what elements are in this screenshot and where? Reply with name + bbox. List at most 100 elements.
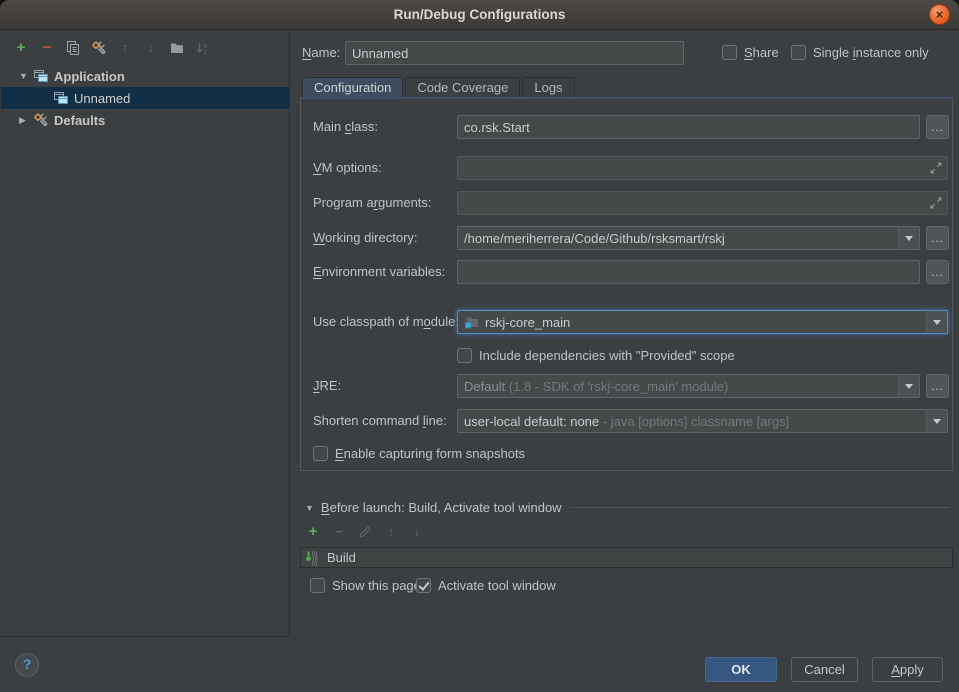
capture-snapshots-checkbox-group: Enable capturing form snapshots [313, 445, 525, 461]
chevron-down-icon[interactable]: ▼ [305, 503, 314, 513]
dropdown-arrow-icon[interactable] [898, 227, 919, 249]
vm-options-label: VM options: [313, 156, 382, 180]
move-down-icon[interactable]: ↓ [143, 40, 159, 56]
apply-button[interactable]: Apply [872, 657, 943, 682]
tree-item-unnamed[interactable]: Unnamed [1, 87, 289, 109]
working-directory-browse-button[interactable]: ... [926, 226, 949, 250]
working-directory-label: Working directory: [313, 226, 418, 250]
include-provided-checkbox[interactable] [457, 348, 472, 363]
remove-task-icon[interactable]: − [331, 524, 347, 540]
tab-code-coverage[interactable]: Code Coverage [405, 77, 520, 98]
expand-field-icon[interactable] [929, 161, 943, 175]
chevron-down-icon[interactable]: ▼ [19, 71, 33, 81]
dropdown-arrow-icon[interactable] [898, 375, 919, 397]
dropdown-arrow-icon[interactable] [926, 311, 947, 333]
share-label: Share [744, 45, 779, 60]
activate-tool-window-label: Activate tool window [438, 578, 556, 593]
before-launch-toolbar: + − ↑ ↓ [305, 524, 425, 540]
remove-configuration-icon[interactable]: − [39, 40, 55, 56]
add-configuration-icon[interactable]: + [13, 40, 29, 56]
activate-tool-window-checkbox[interactable] [416, 578, 431, 593]
vm-options-row: VM options: [301, 156, 952, 180]
move-task-up-icon[interactable]: ↑ [383, 524, 399, 540]
folder-icon[interactable] [169, 40, 185, 56]
single-instance-checkbox-group: Single instance only [791, 44, 929, 60]
jre-label: JRE: [313, 374, 341, 398]
jre-value: Default (1.8 - SDK of 'rskj-core_main' m… [464, 379, 898, 394]
shorten-command-line-value: user-local default: none - java [options… [464, 414, 926, 429]
shorten-command-line-combo[interactable]: user-local default: none - java [options… [457, 409, 948, 433]
close-button[interactable]: × [929, 4, 950, 25]
sidebar-toolbar: + − ↑ ↓ az [13, 39, 211, 57]
run-debug-configurations-dialog: Run/Debug Configurations × + − ↑ ↓ az ▼ [0, 0, 959, 692]
tree-item-label: Unnamed [74, 91, 130, 106]
environment-variables-input[interactable] [457, 260, 920, 284]
application-icon [33, 68, 49, 84]
environment-variables-browse-button[interactable]: ... [926, 260, 949, 284]
edit-task-icon[interactable] [357, 524, 373, 540]
show-this-page-checkbox-group: Show this page [310, 577, 421, 593]
add-task-icon[interactable]: + [305, 524, 321, 540]
share-checkbox-group: Share [722, 44, 779, 60]
tree-item-label: Defaults [54, 113, 105, 128]
jre-browse-button[interactable]: ... [926, 374, 949, 398]
program-arguments-label: Program arguments: [313, 191, 432, 215]
close-icon: × [936, 7, 944, 22]
svg-text:z: z [204, 50, 208, 57]
working-directory-combo[interactable]: /home/meriherrera/Code/Github/rsksmart/r… [457, 226, 920, 250]
defaults-wrench-icon [33, 112, 49, 128]
tree-item-defaults[interactable]: ▶ Defaults [1, 109, 289, 131]
chevron-right-icon[interactable]: ▶ [19, 115, 33, 126]
program-arguments-row: Program arguments: [301, 191, 952, 215]
before-launch-task-build[interactable]: 011001 Build [300, 547, 953, 568]
classpath-module-row: Use classpath of module: rskj-core_main [301, 310, 952, 334]
single-instance-checkbox[interactable] [791, 45, 806, 60]
jre-row: JRE: Default (1.8 - SDK of 'rskj-core_ma… [301, 374, 952, 398]
environment-variables-row: Environment variables: ... [301, 260, 952, 284]
tree-item-label: Application [54, 69, 125, 84]
copy-configuration-icon[interactable] [65, 40, 81, 56]
vm-options-input[interactable] [457, 156, 948, 180]
before-launch-header[interactable]: ▼ Before launch: Build, Activate tool wi… [305, 500, 949, 515]
classpath-module-label: Use classpath of module: [313, 310, 459, 334]
classpath-module-combo[interactable]: rskj-core_main [457, 310, 948, 334]
tab-configuration[interactable]: Configuration [302, 77, 403, 98]
configuration-tab-panel: Main class: ... VM options: Program argu… [300, 97, 953, 471]
move-up-icon[interactable]: ↑ [117, 40, 133, 56]
include-provided-label: Include dependencies with "Provided" sco… [479, 348, 735, 363]
expand-field-icon[interactable] [929, 196, 943, 210]
capture-snapshots-label: Enable capturing form snapshots [335, 446, 525, 461]
tree-item-application[interactable]: ▼ Application [1, 65, 289, 87]
single-instance-label: Single instance only [813, 45, 929, 60]
help-icon: ? [23, 656, 32, 672]
cancel-button[interactable]: Cancel [791, 657, 858, 682]
window-title: Run/Debug Configurations [394, 7, 566, 22]
main-class-input[interactable] [457, 115, 920, 139]
share-checkbox[interactable] [722, 45, 737, 60]
name-input[interactable] [345, 41, 684, 65]
ok-button[interactable]: OK [705, 657, 777, 682]
capture-snapshots-checkbox[interactable] [313, 446, 328, 461]
program-arguments-input[interactable] [457, 191, 948, 215]
jre-combo[interactable]: Default (1.8 - SDK of 'rskj-core_main' m… [457, 374, 920, 398]
show-this-page-checkbox[interactable] [310, 578, 325, 593]
dropdown-arrow-icon[interactable] [926, 410, 947, 432]
help-button[interactable]: ? [15, 653, 39, 677]
sort-configurations-icon[interactable]: az [195, 40, 211, 56]
settings-tabs: Configuration Code Coverage Logs [302, 77, 575, 98]
activate-tool-window-checkbox-group: Activate tool window [416, 577, 556, 593]
shorten-command-line-row: Shorten command line: user-local default… [301, 409, 952, 433]
move-task-down-icon[interactable]: ↓ [409, 524, 425, 540]
titlebar: Run/Debug Configurations × [0, 0, 959, 30]
main-class-label: Main class: [313, 115, 378, 139]
working-directory-value: /home/meriherrera/Code/Github/rsksmart/r… [464, 231, 898, 246]
working-directory-row: Working directory: /home/meriherrera/Cod… [301, 226, 952, 250]
separator-line [569, 507, 949, 508]
configurations-sidebar: + − ↑ ↓ az ▼ Application [1, 31, 290, 637]
edit-defaults-icon[interactable] [91, 40, 107, 56]
name-label: Name: [302, 41, 340, 65]
module-icon [464, 314, 480, 330]
application-icon [53, 90, 69, 106]
main-class-browse-button[interactable]: ... [926, 115, 949, 139]
tab-logs[interactable]: Logs [522, 77, 574, 98]
